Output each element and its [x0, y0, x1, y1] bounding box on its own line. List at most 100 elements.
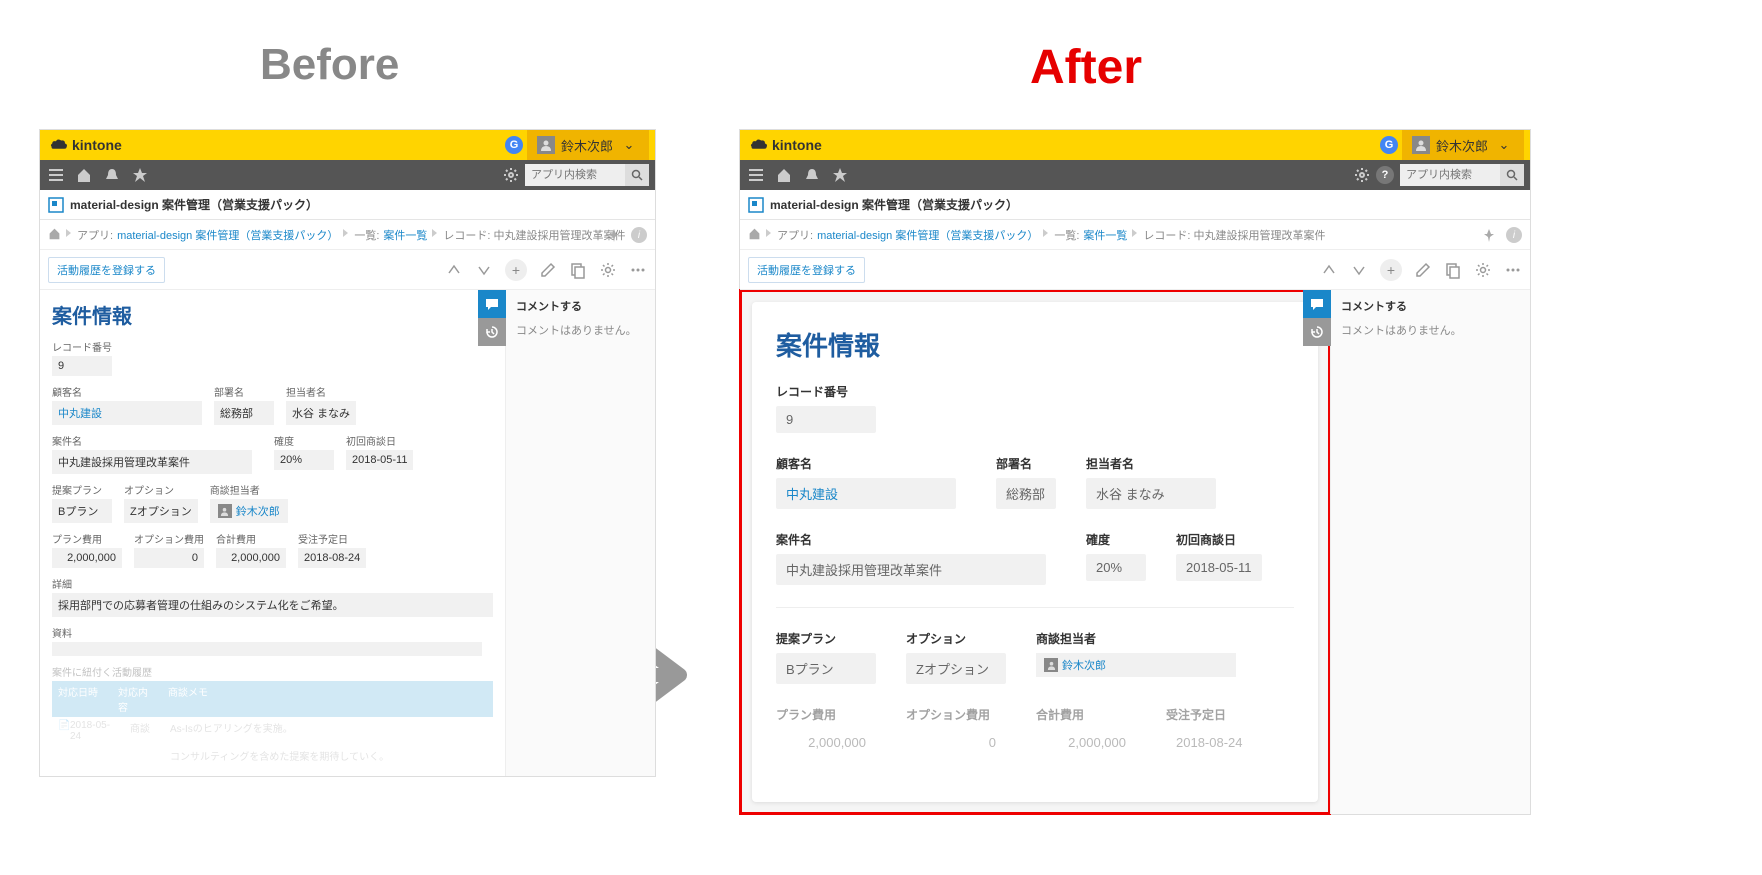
- value-customer[interactable]: 中丸建設: [52, 401, 202, 425]
- label-first-mtg: 初回商談日: [346, 433, 413, 448]
- search-button[interactable]: [625, 164, 649, 186]
- settings-gear-icon[interactable]: [1474, 261, 1492, 279]
- user-avatar-icon: [1412, 136, 1430, 154]
- comment-tab[interactable]: [478, 290, 506, 318]
- value-first-mtg: 2018-05-11: [346, 450, 413, 470]
- register-activity-button[interactable]: 活動履歴を登録する: [48, 257, 165, 283]
- value-sales-owner[interactable]: 鈴木次郎: [210, 499, 288, 523]
- chevron-right-icon: [65, 228, 73, 241]
- menu-icon[interactable]: [48, 167, 64, 183]
- value-total-cost: 2,000,000: [216, 548, 286, 568]
- g-badge[interactable]: G: [1380, 136, 1398, 154]
- more-icon[interactable]: [629, 261, 647, 279]
- home-icon[interactable]: [76, 167, 92, 183]
- next-record-icon[interactable]: [1350, 261, 1368, 279]
- star-icon[interactable]: [132, 167, 148, 183]
- star-icon[interactable]: [832, 167, 848, 183]
- bell-icon[interactable]: [104, 167, 120, 183]
- bell-icon[interactable]: [804, 167, 820, 183]
- edit-icon[interactable]: [539, 261, 557, 279]
- chevron-right-icon: [431, 228, 439, 241]
- help-icon[interactable]: ?: [1376, 166, 1394, 184]
- comment-empty: コメントはありません。: [1341, 322, 1520, 338]
- pin-icon[interactable]: [1482, 228, 1496, 242]
- label-prob: 確度: [1086, 531, 1146, 548]
- info-icon[interactable]: i: [631, 227, 647, 243]
- brand-text: kintone: [772, 137, 822, 153]
- home-icon[interactable]: [776, 167, 792, 183]
- label-record-no: レコード番号: [52, 339, 112, 354]
- action-bar: 活動履歴を登録する +: [40, 250, 655, 290]
- settings-gear-icon[interactable]: [599, 261, 617, 279]
- after-window: kintone G 鈴木次郎 ⌄ ? material-design 案件管理（…: [740, 130, 1530, 814]
- label-plan-cost: プラン費用: [776, 706, 876, 723]
- value-sales-owner[interactable]: 鈴木次郎: [1036, 653, 1236, 677]
- gear-icon[interactable]: [503, 167, 519, 183]
- menu-icon[interactable]: [748, 167, 764, 183]
- comment-header[interactable]: コメントする: [516, 298, 645, 314]
- crumb-app-link[interactable]: material-design 案件管理（営業支援パック）: [817, 227, 1038, 243]
- breadcrumb-home-icon[interactable]: [48, 227, 61, 243]
- brand-bar: kintone G 鈴木次郎 ⌄: [40, 130, 655, 160]
- next-record-icon[interactable]: [475, 261, 493, 279]
- value-subject: 中丸建設採用管理改革案件: [52, 450, 252, 474]
- label-plan-cost: プラン費用: [52, 531, 122, 546]
- add-record-button[interactable]: +: [505, 259, 527, 281]
- user-name: 鈴木次郎: [561, 136, 613, 155]
- label-material: 資料: [52, 625, 482, 640]
- pin-icon[interactable]: [607, 228, 621, 242]
- value-record-no: 9: [52, 356, 112, 376]
- app-title-bar: material-design 案件管理（営業支援パック）: [40, 190, 655, 220]
- breadcrumb: アプリ: material-design 案件管理（営業支援パック） 一覧: 案…: [40, 220, 655, 250]
- label-subject: 案件名: [52, 433, 262, 448]
- comment-header[interactable]: コメントする: [1341, 298, 1520, 314]
- value-option: Zオプション: [124, 499, 198, 523]
- prev-record-icon[interactable]: [445, 261, 463, 279]
- breadcrumb-home-icon[interactable]: [748, 227, 761, 243]
- search-input[interactable]: [1400, 164, 1500, 186]
- nav-bar: [40, 160, 655, 190]
- g-badge[interactable]: G: [505, 136, 523, 154]
- label-order-date: 受注予定日: [1166, 706, 1253, 723]
- prev-record-icon[interactable]: [1320, 261, 1338, 279]
- crumb-app-link[interactable]: material-design 案件管理（営業支援パック）: [117, 227, 338, 243]
- value-first-mtg: 2018-05-11: [1176, 554, 1262, 581]
- more-icon[interactable]: [1504, 261, 1522, 279]
- value-customer[interactable]: 中丸建設: [776, 478, 956, 509]
- label-option: オプション: [906, 630, 1006, 647]
- crumb-list-link[interactable]: 案件一覧: [383, 227, 427, 243]
- copy-icon[interactable]: [569, 261, 587, 279]
- nav-bar: ?: [740, 160, 1530, 190]
- comment-tab[interactable]: [1303, 290, 1331, 318]
- before-heading: Before: [260, 40, 399, 90]
- value-dept: 総務部: [996, 478, 1056, 509]
- value-plan: Bプラン: [52, 499, 112, 523]
- gear-icon[interactable]: [1354, 167, 1370, 183]
- history-tab[interactable]: [478, 318, 506, 346]
- table-row: コンサルティングを含めた提案を期待していく。: [52, 745, 493, 766]
- value-subject: 中丸建設採用管理改革案件: [776, 554, 1046, 585]
- info-icon[interactable]: i: [1506, 227, 1522, 243]
- register-activity-button[interactable]: 活動履歴を登録する: [748, 257, 865, 283]
- copy-icon[interactable]: [1444, 261, 1462, 279]
- kintone-logo[interactable]: kintone: [750, 137, 822, 153]
- edit-icon[interactable]: [1414, 261, 1432, 279]
- label-option: オプション: [124, 482, 198, 497]
- card-title: 案件情報: [52, 300, 493, 329]
- history-tab[interactable]: [1303, 318, 1331, 346]
- crumb-list-link[interactable]: 案件一覧: [1083, 227, 1127, 243]
- user-menu[interactable]: 鈴木次郎 ⌄: [1402, 130, 1524, 160]
- crumb-app-label: アプリ:: [77, 227, 113, 243]
- label-contact: 担当者名: [286, 384, 356, 399]
- before-window: kintone G 鈴木次郎 ⌄ material-design 案件管理（営業…: [40, 130, 655, 776]
- app-search[interactable]: [525, 164, 649, 186]
- chevron-right-icon: [1131, 228, 1139, 241]
- add-record-button[interactable]: +: [1380, 259, 1402, 281]
- label-detail: 詳細: [52, 576, 493, 591]
- user-menu[interactable]: 鈴木次郎 ⌄: [527, 130, 649, 160]
- kintone-logo[interactable]: kintone: [50, 137, 122, 153]
- label-plan: 提案プラン: [776, 630, 876, 647]
- app-search[interactable]: [1400, 164, 1524, 186]
- search-button[interactable]: [1500, 164, 1524, 186]
- search-input[interactable]: [525, 164, 625, 186]
